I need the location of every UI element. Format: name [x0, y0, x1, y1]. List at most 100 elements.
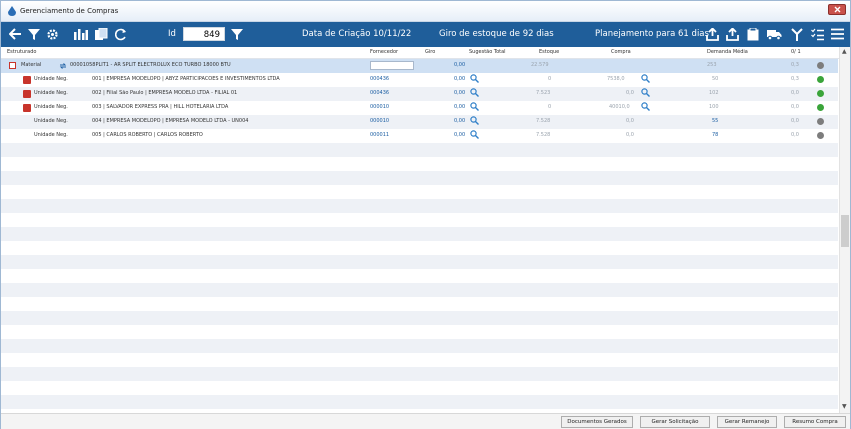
generate-reallocation-button[interactable]: Gerar Remanejo [717, 416, 777, 428]
row-stock: 22.579 [531, 62, 549, 68]
purchase-management-window: Gerenciamento de Compras Id 849 Data de … [0, 0, 851, 429]
col-estruturado[interactable]: Estruturado [7, 49, 36, 55]
col-ratio[interactable]: 0/ 1 [791, 49, 801, 55]
row-demand: 100 [709, 104, 719, 110]
export-icon[interactable] [724, 26, 740, 42]
row-ratio: 0,3 [791, 76, 799, 82]
empty-row [1, 395, 838, 409]
row-stock: 7.528 [536, 132, 551, 138]
row-description: 002 | Filial São Paulo | EMPRESA MODELO … [92, 90, 238, 96]
row-ratio: 0,0 [791, 90, 799, 96]
col-sugestao[interactable]: Sugestão Total [469, 49, 506, 55]
status-dot [817, 62, 824, 69]
row-stock: 7.523 [536, 90, 551, 96]
row-stock: 0 [548, 104, 552, 110]
table-row[interactable]: Unidade Neg. 005 | CARLOS ROBERTO | CARL… [1, 129, 838, 143]
empty-row [1, 143, 838, 157]
purchase-summary-button[interactable]: Resumo Compra [784, 416, 846, 428]
row-suggestion: 0,00 [454, 104, 466, 110]
row-demand: 50 [712, 76, 719, 82]
row-suggestion: 0,00 [454, 62, 466, 68]
supplier-input[interactable] [370, 61, 414, 70]
row-ratio: 0,0 [791, 132, 799, 138]
row-type: Unidade Neg. [34, 76, 68, 82]
row-ratio: 0,0 [791, 104, 799, 110]
window-title: Gerenciamento de Compras [20, 7, 119, 15]
row-demand: 78 [712, 132, 719, 138]
row-supplier: 000011 [370, 132, 390, 138]
status-dot [817, 90, 824, 97]
documents-icon[interactable] [93, 26, 109, 42]
generate-request-button[interactable]: Gerar Solicitação [640, 416, 710, 428]
scroll-down-icon[interactable]: ▼ [842, 403, 847, 410]
bar-chart-icon[interactable] [73, 26, 89, 42]
row-type: Unidade Neg. [34, 118, 68, 124]
row-stock: 0 [548, 76, 552, 82]
col-fornecedor[interactable]: Fornecedor [370, 49, 398, 55]
table-row[interactable]: Unidade Neg. 004 | EMPRESA MODELOPO | EM… [1, 115, 838, 129]
merge-icon[interactable] [789, 26, 805, 42]
row-suggestion: 0,00 [454, 132, 466, 138]
row-type: Unidade Neg. [34, 90, 68, 96]
link-icon[interactable] [59, 62, 67, 70]
table-row[interactable]: Material 00001058PLIT1 - AR SPLIT ELECTR… [1, 59, 838, 73]
row-description: 004 | EMPRESA MODELOPO | EMPRESA MODELO … [92, 118, 249, 124]
empty-row [1, 339, 838, 353]
col-demanda[interactable]: Demanda Média [707, 49, 748, 55]
empty-row [1, 283, 838, 297]
refresh-icon[interactable] [113, 26, 129, 42]
table-row[interactable]: Unidade Neg. 001 | EMPRESA MODELOPO | AB… [1, 73, 838, 87]
upload-icon[interactable] [704, 26, 720, 42]
search-icon[interactable] [470, 102, 479, 111]
row-supplier: 000010 [370, 104, 390, 110]
search-icon[interactable] [470, 74, 479, 83]
row-ratio: 0,0 [791, 118, 799, 124]
row-type: Unidade Neg. [34, 132, 68, 138]
documents-generated-button[interactable]: Documentos Gerados [561, 416, 633, 428]
empty-row [1, 255, 838, 269]
row-supplier: 000010 [370, 118, 390, 124]
scroll-up-icon[interactable]: ▲ [842, 48, 847, 55]
menu-icon[interactable] [829, 26, 845, 42]
row-purchase: 7538,0 [607, 76, 625, 82]
filter-icon[interactable] [26, 26, 42, 42]
scroll-thumb[interactable] [841, 215, 849, 247]
gear-icon[interactable] [44, 26, 60, 42]
search-icon[interactable] [470, 116, 479, 125]
close-button[interactable] [828, 4, 846, 15]
row-purchase: 0,0 [626, 90, 634, 96]
id-input[interactable]: 849 [183, 27, 225, 41]
clipboard-icon[interactable] [745, 26, 761, 42]
planning-days: Planejamento para 61 dias [595, 29, 709, 39]
business-unit-icon [23, 90, 31, 98]
table-row[interactable]: Unidade Neg. 003 | SALVADOR EXPRESS PRA … [1, 101, 838, 115]
status-dot [817, 104, 824, 111]
toolbar: Id 849 Data de Criação 10/11/22 Giro de … [1, 22, 850, 47]
col-estoque[interactable]: Estoque [539, 49, 559, 55]
checklist-icon[interactable] [809, 26, 825, 42]
col-compra[interactable]: Compra [611, 49, 631, 55]
row-demand: 253 [707, 62, 717, 68]
search-icon[interactable] [641, 74, 650, 83]
empty-row [1, 171, 838, 185]
col-giro[interactable]: Giro [425, 49, 435, 55]
row-description: 005 | CARLOS ROBERTO | CARLOS ROBERTO [92, 132, 203, 138]
row-demand: 102 [709, 90, 719, 96]
id-label: Id [168, 29, 176, 39]
truck-icon[interactable] [766, 26, 782, 42]
table-row[interactable]: Unidade Neg. 002 | Filial São Paulo | EM… [1, 87, 838, 101]
row-description: 00001058PLIT1 - AR SPLIT ELECTROLUX ECO … [70, 62, 231, 68]
search-icon[interactable] [470, 88, 479, 97]
footer-bar: Documentos Gerados Gerar Solicitação Ger… [1, 413, 850, 429]
id-filter-icon[interactable] [229, 26, 245, 42]
row-type: Material [21, 62, 42, 68]
stock-turnover: Giro de estoque de 92 dias [439, 29, 554, 39]
row-suggestion: 0,00 [454, 76, 466, 82]
search-icon[interactable] [470, 130, 479, 139]
back-arrow-icon[interactable] [7, 26, 23, 42]
search-icon[interactable] [641, 102, 650, 111]
vertical-scrollbar[interactable]: ▲ ▼ [839, 47, 850, 413]
search-icon[interactable] [641, 88, 650, 97]
business-unit-icon [23, 76, 31, 84]
row-suggestion: 0,00 [454, 118, 466, 124]
